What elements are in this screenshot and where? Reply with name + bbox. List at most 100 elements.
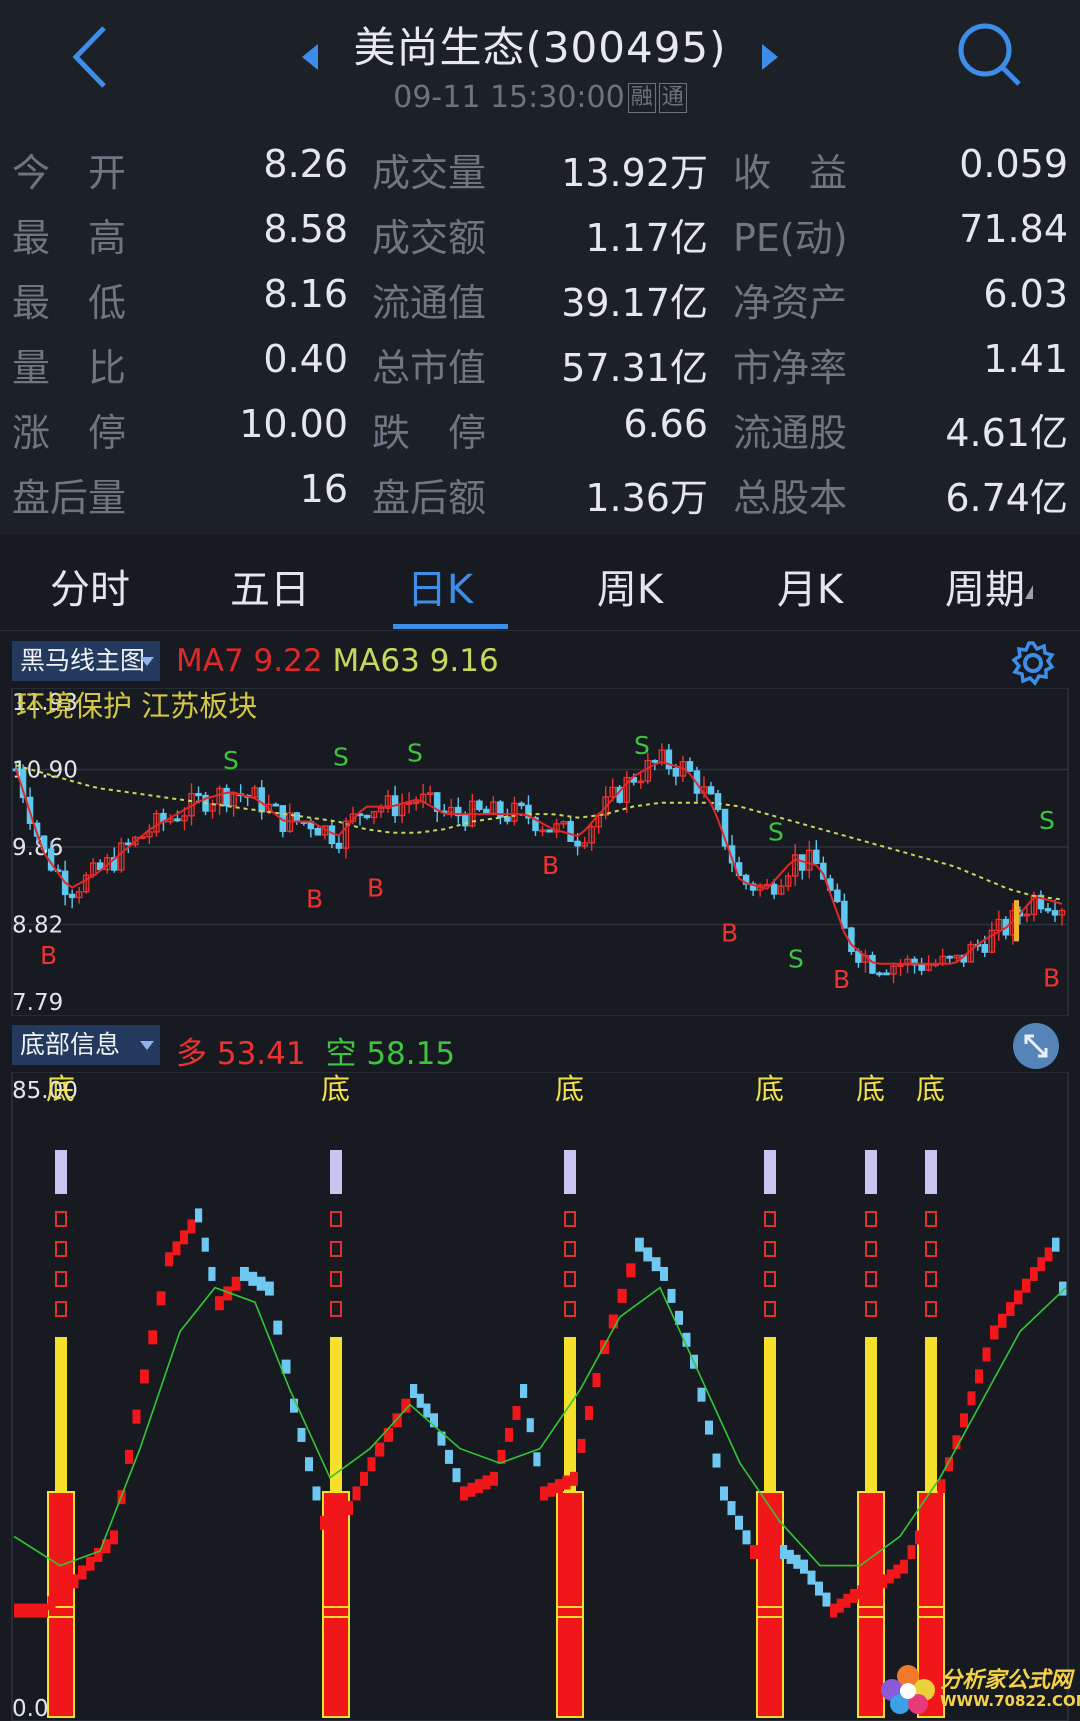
- osc-step: [562, 1475, 571, 1490]
- quote-value: 6.74亿: [945, 476, 1068, 520]
- quote-row: 涨 停 10.00 跌 停 6.66 流通股 4.61亿: [0, 402, 1080, 455]
- quote-label: 收 益: [733, 151, 848, 195]
- candle-body: [1044, 908, 1052, 912]
- osc-step: [320, 1515, 329, 1530]
- watermark-url: WWW.70822.COM: [940, 1692, 1080, 1710]
- osc-step: [660, 1266, 668, 1281]
- osc-step: [960, 1413, 968, 1428]
- sell-signal: S: [1039, 806, 1055, 835]
- osc-step: [172, 1241, 181, 1256]
- quote-value: 1.41: [983, 337, 1068, 381]
- tab-2[interactable]: 日K: [360, 557, 520, 615]
- osc-step: [526, 1418, 534, 1433]
- osc-step: [416, 1393, 424, 1408]
- osc-step: [998, 1313, 1007, 1328]
- bottom-marker-dot: [330, 1271, 342, 1287]
- osc-step: [807, 1570, 816, 1585]
- quote-label: 盘后量: [12, 476, 127, 520]
- stock-title[interactable]: 美尚生态(300495): [0, 14, 1080, 75]
- osc-step: [915, 1530, 923, 1545]
- quote-value: 8.16: [263, 272, 348, 316]
- bottom-marker-cap: [330, 1150, 342, 1194]
- osc-step: [110, 1530, 118, 1545]
- buy-signal: B: [367, 873, 384, 902]
- osc-step: [1022, 1278, 1031, 1293]
- quote-label: 盘后额: [372, 476, 487, 520]
- osc-step: [86, 1556, 95, 1571]
- kline-chart[interactable]: 11.9310.909.868.827.79环境保护 江苏板块S S S SS SSBB…: [0, 688, 1080, 1016]
- tab-0[interactable]: 分时: [10, 557, 170, 615]
- osc-step: [55, 1588, 63, 1603]
- duo-value: 53.41: [216, 1036, 306, 1072]
- bottom-marker-label: 底: [755, 1072, 784, 1106]
- osc-step: [156, 1291, 166, 1306]
- chart-frame: [11, 688, 1069, 1016]
- quote-row: 最 高 8.58 成交额 1.17亿 PE(动) 71.84: [0, 207, 1080, 260]
- tab-4[interactable]: 月K: [730, 557, 890, 615]
- candle-body: [672, 767, 680, 777]
- sell-signal: S: [407, 739, 423, 768]
- tab-3[interactable]: 周K: [550, 557, 710, 615]
- ma63-line: [15, 764, 1063, 901]
- candle-body: [483, 808, 490, 814]
- candle-body: [567, 821, 574, 843]
- osc-step: [14, 1603, 24, 1618]
- candle-body: [813, 849, 820, 865]
- quote-label: 净资产: [733, 281, 848, 325]
- osc-step: [900, 1559, 908, 1574]
- osc-step: [765, 1545, 773, 1560]
- quote-label: 涨 停: [12, 411, 127, 455]
- osc-step: [635, 1237, 644, 1252]
- osc-step: [336, 1505, 346, 1520]
- expand-icon[interactable]: [1012, 1022, 1060, 1070]
- quote-label: 总股本: [733, 476, 848, 520]
- quote-row: 量 比 0.40 总市值 57.31亿 市净率 1.41: [0, 337, 1080, 390]
- osc-step: [982, 1347, 991, 1362]
- quote-label: 量 比: [12, 346, 127, 390]
- bottom-marker-dot: [865, 1241, 877, 1257]
- osc-step: [132, 1409, 141, 1424]
- settings-gear-icon[interactable]: [1010, 640, 1056, 686]
- main-indicator-selector[interactable]: 黑马线主图: [12, 641, 160, 681]
- sub-selector-label: 底部信息: [20, 1030, 121, 1059]
- osc-step: [297, 1427, 306, 1442]
- candle-body: [195, 792, 202, 797]
- osc-step: [617, 1288, 627, 1303]
- period-dropdown-icon[interactable]: [1025, 585, 1033, 599]
- osc-step: [800, 1559, 808, 1574]
- duo-label: 多: [176, 1036, 207, 1072]
- flower-logo-icon: [881, 1665, 935, 1714]
- osc-step: [22, 1603, 32, 1618]
- candle-body: [834, 889, 841, 903]
- buy-signal: B: [833, 965, 850, 994]
- bottom-marker-dot: [925, 1211, 937, 1227]
- margin-badge: 融: [627, 83, 656, 113]
- quote-value: 13.92万: [561, 151, 708, 195]
- quote-value: 39.17亿: [561, 281, 708, 325]
- bottom-info-chart[interactable]: 85.000.00底底底底底底: [0, 1072, 1080, 1721]
- osc-step: [975, 1369, 983, 1384]
- osc-step: [367, 1457, 376, 1472]
- osc-step: [70, 1574, 79, 1589]
- osc-step: [475, 1479, 483, 1494]
- candle-body: [518, 802, 525, 807]
- osc-step: [165, 1252, 173, 1267]
- quote-row: 今 开 8.26 成交量 13.92万收 益 0.059: [0, 142, 1080, 195]
- candle-body: [258, 787, 265, 813]
- candle-body: [125, 842, 132, 846]
- kong-value: 58.15: [366, 1036, 456, 1072]
- osc-step: [857, 1585, 866, 1600]
- tab-5[interactable]: 周期: [905, 557, 1065, 615]
- osc-step: [215, 1296, 224, 1311]
- candle-body: [174, 818, 181, 822]
- tab-1[interactable]: 五日: [190, 557, 350, 615]
- y-tick-label: 8.82: [12, 913, 63, 939]
- osc-step: [201, 1237, 209, 1252]
- osc-step: [360, 1471, 368, 1486]
- sub-indicator-selector[interactable]: 底部信息: [12, 1025, 160, 1065]
- buy-signal: B: [306, 885, 323, 914]
- bottom-marker-red: [556, 1491, 584, 1718]
- quote-value: 6.66: [623, 402, 708, 446]
- osc-step: [667, 1288, 676, 1303]
- period-tabs: 分时 五日 日K 周K 月K 周期: [0, 535, 1080, 631]
